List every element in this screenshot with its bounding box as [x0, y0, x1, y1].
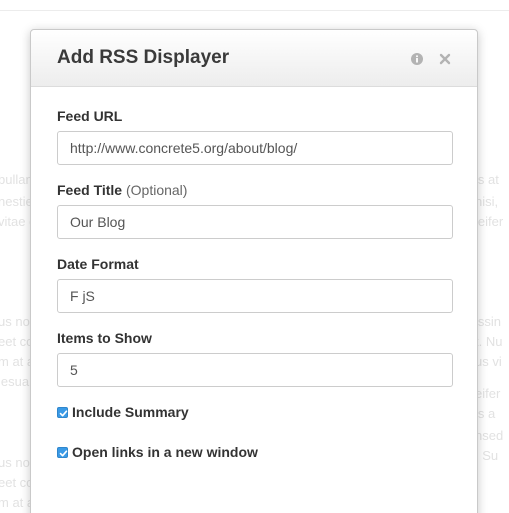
- top-divider: [0, 10, 509, 11]
- date-format-input[interactable]: [57, 279, 453, 313]
- background-text: m at a: [0, 354, 35, 369]
- background-text: eifer: [475, 386, 501, 401]
- background-text: eet co: [0, 334, 34, 349]
- background-text: eet co: [0, 475, 34, 490]
- feed-url-label: Feed URL: [57, 108, 123, 124]
- page: bullan nestie vitae c us nor eet co m at…: [0, 0, 509, 513]
- background-text: is a: [475, 406, 496, 421]
- dialog-title: Add RSS Displayer: [57, 47, 230, 68]
- feed-title-input[interactable]: [57, 205, 453, 239]
- background-text: issin: [475, 314, 502, 329]
- background-text: us vi: [475, 354, 502, 369]
- background-text: nestie: [0, 194, 33, 209]
- background-text: t. Nu: [475, 334, 503, 349]
- open-new-window-checkbox[interactable]: [57, 446, 68, 458]
- feed-url-input[interactable]: [57, 131, 453, 165]
- open-new-window-option[interactable]: Open links in a new window: [57, 444, 258, 460]
- background-text: leifer: [475, 214, 504, 229]
- date-format-label: Date Format: [57, 256, 139, 272]
- background-text: nisi,: [475, 194, 499, 209]
- background-text: is at: [475, 172, 499, 187]
- info-icon[interactable]: [411, 52, 423, 65]
- feed-title-label-text: Feed Title: [57, 182, 123, 198]
- include-summary-checkbox[interactable]: [57, 406, 68, 418]
- background-text: lesua: [0, 374, 30, 389]
- items-to-show-input[interactable]: [57, 353, 453, 387]
- items-to-show-label: Items to Show: [57, 330, 152, 346]
- open-new-window-label: Open links in a new window: [72, 444, 258, 460]
- include-summary-label: Include Summary: [72, 404, 189, 420]
- optional-hint: (Optional): [125, 182, 188, 198]
- background-text: nsed: [475, 428, 504, 443]
- dialog-header: Add RSS Displayer: [31, 30, 477, 87]
- include-summary-option[interactable]: Include Summary: [57, 404, 189, 420]
- background-text: m at a: [0, 495, 35, 510]
- close-icon[interactable]: [439, 52, 451, 65]
- add-rss-dialog: Add RSS Displayer Feed URL Feed Title (O…: [30, 29, 478, 513]
- feed-title-label: Feed Title (Optional): [57, 182, 187, 198]
- background-text: . Su: [475, 448, 499, 463]
- background-text: bullan: [0, 172, 33, 187]
